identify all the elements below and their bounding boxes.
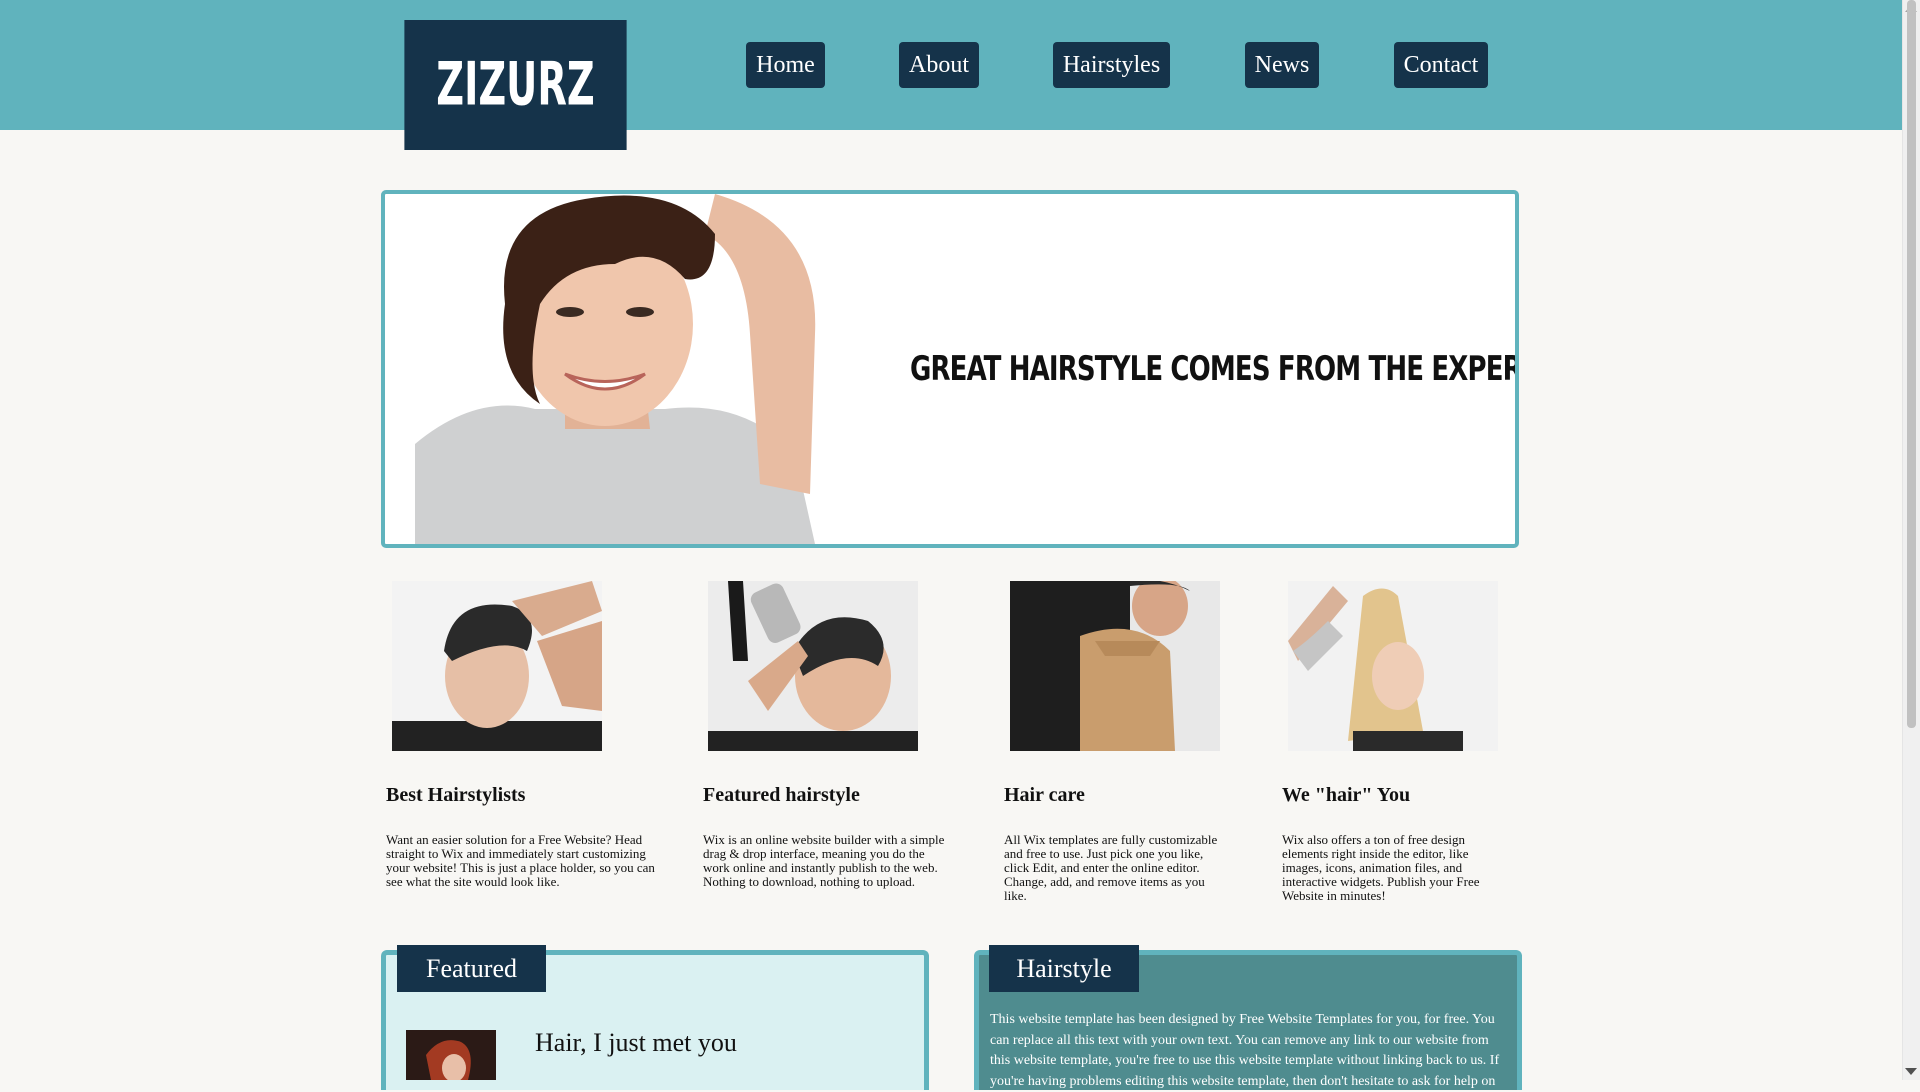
feature-title: Best Hairstylists — [386, 784, 526, 806]
feature-text: Wix is an online website builder with a … — [703, 832, 945, 889]
nav-about-button[interactable]: About — [899, 42, 979, 88]
feature-title: Hair care — [1004, 784, 1085, 806]
feature-image-stylist[interactable] — [392, 581, 602, 751]
page-scrollbar[interactable] — [1902, 0, 1920, 1080]
nav-hairstyles-button[interactable]: Hairstyles — [1053, 42, 1170, 88]
hero-woman-photo — [415, 194, 840, 544]
featured-item-title[interactable]: Hair, I just met you — [535, 1028, 737, 1058]
hero-banner: Great Hairstyle Comes From The Experts — [381, 190, 1519, 548]
scroll-down-icon[interactable] — [1905, 1068, 1917, 1075]
nav-news-button[interactable]: News — [1245, 42, 1319, 88]
feature-title: We "hair" You — [1282, 784, 1411, 806]
featured-tab: Featured — [397, 945, 546, 992]
feature-image-haircut[interactable] — [1010, 581, 1220, 751]
feature-text: Want an easier solution for a Free Websi… — [386, 832, 655, 889]
scroll-thumb[interactable] — [1907, 0, 1916, 728]
feature-image-blonde[interactable] — [1288, 581, 1498, 751]
hero-title: Great Hairstyle Comes From The Experts — [910, 349, 1519, 389]
nav-home-button[interactable]: Home — [746, 42, 825, 88]
hairstyle-tab: Hairstyle — [989, 945, 1139, 992]
nav-contact-button[interactable]: Contact — [1394, 42, 1488, 88]
site-logo[interactable]: ZIZURZ — [404, 20, 627, 150]
feature-text: All Wix templates are fully customizable… — [1004, 832, 1218, 903]
feature-title: Featured hairstyle — [703, 784, 860, 806]
feature-text: Wix also offers a ton of free design ele… — [1282, 832, 1480, 903]
featured-thumbnail[interactable] — [406, 1030, 496, 1080]
feature-image-clipper[interactable] — [708, 581, 918, 751]
